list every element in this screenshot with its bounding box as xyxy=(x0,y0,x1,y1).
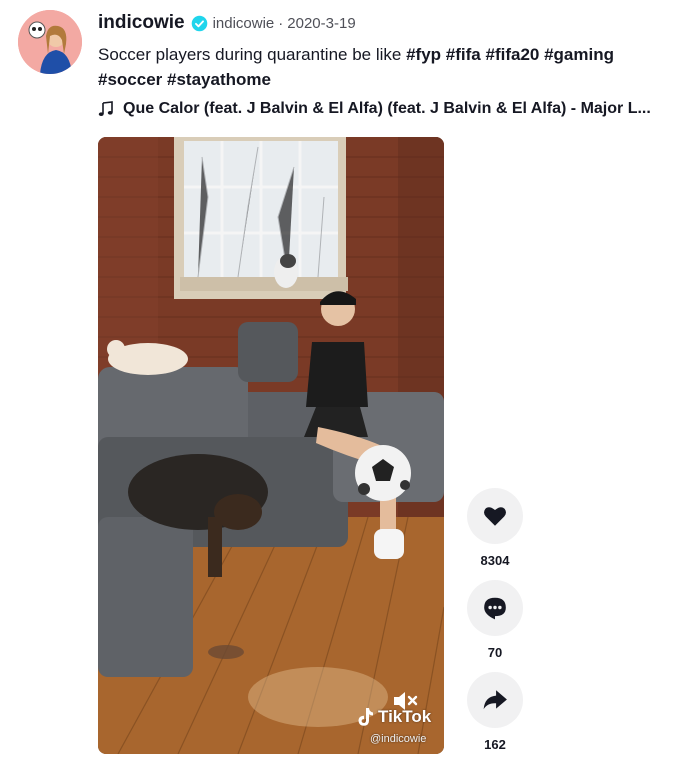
music-note-icon xyxy=(98,101,113,116)
tiktok-logo-icon xyxy=(358,708,373,726)
verified-badge-icon xyxy=(191,15,207,31)
music-title: Que Calor (feat. J Balvin & El Alfa) (fe… xyxy=(123,100,651,117)
comment-count: 70 xyxy=(487,645,503,660)
comment-icon xyxy=(484,597,506,620)
author-handle[interactable]: indicowie xyxy=(213,15,275,32)
like-action: 8304 xyxy=(467,488,523,569)
share-arrow-icon xyxy=(483,690,507,710)
post-header: indicowie indicowie · 2020-3-19 Soccer p… xyxy=(98,10,688,118)
music-link[interactable]: Que Calor (feat. J Balvin & El Alfa) (fe… xyxy=(98,100,690,118)
share-button[interactable] xyxy=(467,672,523,728)
tiktok-watermark: TikTok xyxy=(356,707,431,727)
author-username[interactable]: indicowie xyxy=(98,12,185,34)
watermark-handle: @indicowie xyxy=(370,733,427,745)
separator-dot: · xyxy=(278,14,284,32)
hashtag-link[interactable]: #stayathome xyxy=(167,70,271,89)
comment-action: 70 xyxy=(467,580,523,661)
like-button[interactable] xyxy=(467,488,523,544)
like-count: 8304 xyxy=(480,553,510,568)
video-player[interactable]: TikTok @indicowie xyxy=(98,137,444,754)
author-row: indicowie indicowie · 2020-3-19 xyxy=(98,10,688,36)
share-count: 162 xyxy=(484,737,506,752)
heart-icon xyxy=(484,507,506,526)
hashtag-link[interactable]: #fifa20 xyxy=(485,45,539,64)
hashtag-link[interactable]: #fifa xyxy=(446,45,481,64)
share-action: 162 xyxy=(467,672,523,753)
action-bar: 8304 70 162 xyxy=(467,488,523,753)
caption-text: Soccer players during quarantine be like xyxy=(98,45,407,64)
post-caption: Soccer players during quarantine be like… xyxy=(98,42,678,92)
hashtag-link[interactable]: #gaming xyxy=(544,45,614,64)
hashtag-link[interactable]: #soccer xyxy=(98,70,162,89)
tiktok-brand-text: TikTok xyxy=(378,707,432,726)
post-date: 2020-3-19 xyxy=(287,14,356,32)
comment-button[interactable] xyxy=(467,580,523,636)
video-frame xyxy=(98,137,444,754)
avatar[interactable] xyxy=(18,10,82,74)
avatar-image xyxy=(18,10,82,74)
hashtag-link[interactable]: #fyp xyxy=(406,45,441,64)
